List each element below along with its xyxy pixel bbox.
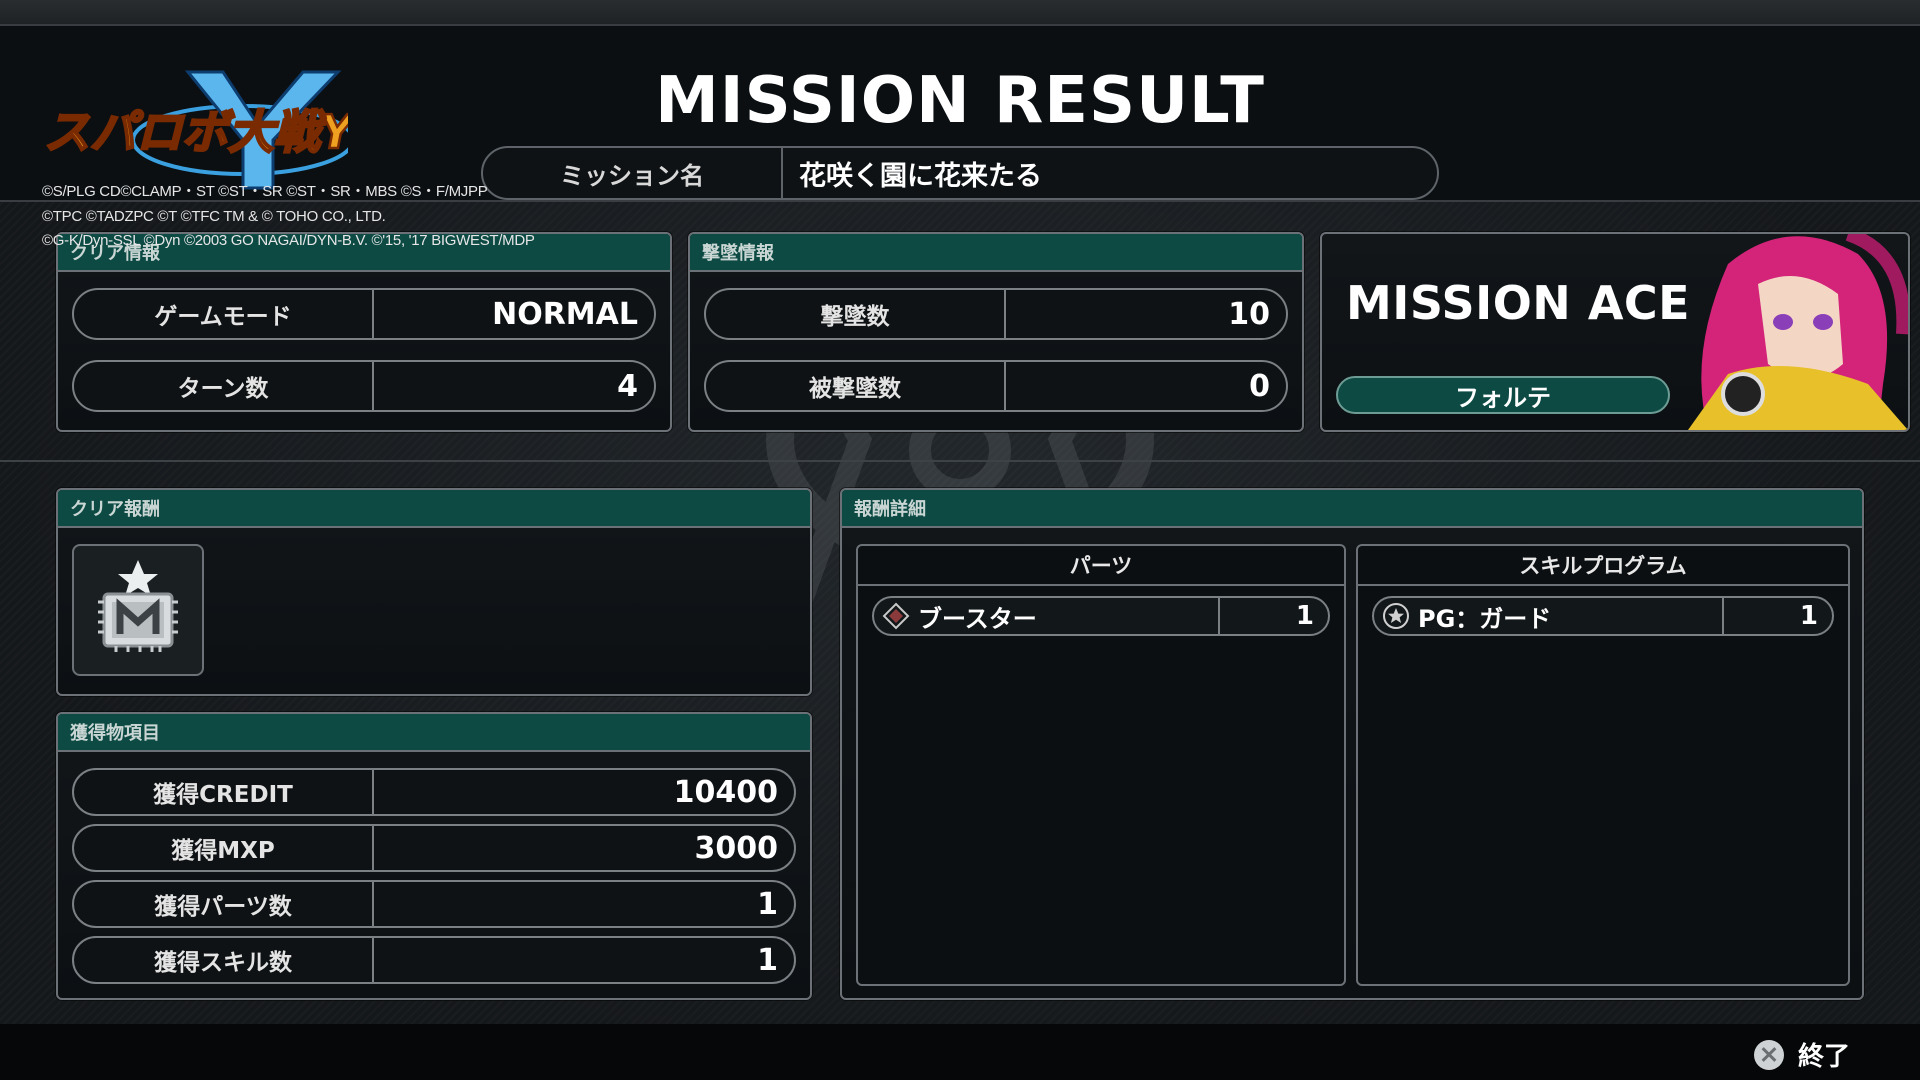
mxp-value: 3000 xyxy=(694,830,779,866)
mission-ace-panel: MISSION ACE フォルテ xyxy=(1320,232,1910,432)
item-count: 1 xyxy=(1295,601,1314,631)
divider xyxy=(0,460,1920,462)
kills-row: 撃墜数 10 xyxy=(704,288,1288,340)
exit-button[interactable]: 終了 xyxy=(1753,1036,1850,1073)
kills-value: 10 xyxy=(1228,296,1270,332)
medal-m-icon[interactable] xyxy=(72,544,204,676)
mxp-label: 獲得MXP xyxy=(74,826,374,870)
parts-list: パーツ ブースター 1 xyxy=(856,544,1346,986)
mission-ace-title: MISSION ACE xyxy=(1346,276,1691,330)
game-mode-row: ゲームモード NORMAL xyxy=(72,288,656,340)
page-title: MISSION RESULT xyxy=(655,64,1265,138)
list-item[interactable]: PG：ガード 1 xyxy=(1372,596,1834,636)
shot-down-value: 0 xyxy=(1249,368,1270,404)
parts-count-row: 獲得パーツ数 1 xyxy=(72,880,796,928)
game-mode-value: NORMAL xyxy=(492,296,638,332)
diamond-icon xyxy=(880,600,912,632)
skills-count-label: 獲得スキル数 xyxy=(74,938,374,982)
credit-row: 獲得CREDIT 10400 xyxy=(72,768,796,816)
clear-reward-panel: クリア報酬 xyxy=(56,488,812,696)
parts-count-value: 1 xyxy=(757,886,778,922)
footer-bar: 終了 xyxy=(0,1024,1920,1080)
ace-portrait xyxy=(1688,234,1908,430)
copyright-line: ©G-K/Dyn-SSL ©Dyn ©2003 GO NAGAI/DYN-B.V… xyxy=(42,232,535,249)
credit-label: 獲得CREDIT xyxy=(74,770,374,814)
turn-count-row: ターン数 4 xyxy=(72,360,656,412)
copyright-notice: ©S/PLG CD©CLAMP・ST ©ST・SR ©ST・SR・MBS ©S・… xyxy=(42,180,535,254)
medal-m-icon-graphic xyxy=(98,560,178,652)
reward-detail-panel: 報酬詳細 パーツ ブースター 1 スキルプログラム PG：ガード 1 xyxy=(840,488,1864,1000)
star-circle-icon xyxy=(1380,600,1412,632)
turn-count-label: ターン数 xyxy=(74,362,374,410)
cross-button-icon xyxy=(1753,1039,1784,1070)
item-count: 1 xyxy=(1799,601,1818,631)
acquired-items-header: 獲得物項目 xyxy=(58,714,810,752)
shot-down-row: 被撃墜数 0 xyxy=(704,360,1288,412)
shot-down-label: 被撃墜数 xyxy=(706,362,1006,410)
skill-program-header: スキルプログラム xyxy=(1358,546,1848,586)
clear-info-panel: クリア情報 ゲームモード NORMAL ターン数 4 xyxy=(56,232,672,432)
credit-value: 10400 xyxy=(673,774,778,810)
copyright-line: ©TPC ©TADZPC ©T ©TFC TM & © TOHO CO., LT… xyxy=(42,207,386,225)
reward-detail-header: 報酬詳細 xyxy=(842,490,1862,528)
mxp-row: 獲得MXP 3000 xyxy=(72,824,796,872)
mission-name-value: 花咲く園に花来たる xyxy=(799,160,1042,192)
list-item[interactable]: ブースター 1 xyxy=(872,596,1330,636)
top-bar xyxy=(0,0,1920,24)
header: スパロボ大戦Y MISSION RESULT ミッション名 花咲く園に花来たる xyxy=(0,24,1920,202)
item-name: PG：ガード xyxy=(1412,598,1724,634)
game-mode-label: ゲームモード xyxy=(74,290,374,338)
item-name: ブースター xyxy=(912,598,1220,634)
skills-count-row: 獲得スキル数 1 xyxy=(72,936,796,984)
clear-reward-header: クリア報酬 xyxy=(58,490,810,528)
exit-button-label: 終了 xyxy=(1797,1042,1850,1072)
parts-header: パーツ xyxy=(858,546,1344,586)
skill-program-list: スキルプログラム PG：ガード 1 xyxy=(1356,544,1850,986)
kills-label: 撃墜数 xyxy=(706,290,1006,338)
mission-name-field: ミッション名 花咲く園に花来たる xyxy=(481,146,1439,200)
ace-pilot-name: フォルテ xyxy=(1336,376,1670,414)
skills-count-value: 1 xyxy=(757,942,778,978)
copyright-line: ©S/PLG CD©CLAMP・ST ©ST・SR ©ST・SR・MBS ©S・… xyxy=(42,183,488,200)
kill-info-panel: 撃墜情報 撃墜数 10 被撃墜数 0 xyxy=(688,232,1304,432)
turn-count-value: 4 xyxy=(617,368,638,404)
parts-count-label: 獲得パーツ数 xyxy=(74,882,374,926)
kill-info-header: 撃墜情報 xyxy=(690,234,1302,272)
acquired-items-panel: 獲得物項目 獲得CREDIT 10400 獲得MXP 3000 獲得パーツ数 1… xyxy=(56,712,812,1000)
